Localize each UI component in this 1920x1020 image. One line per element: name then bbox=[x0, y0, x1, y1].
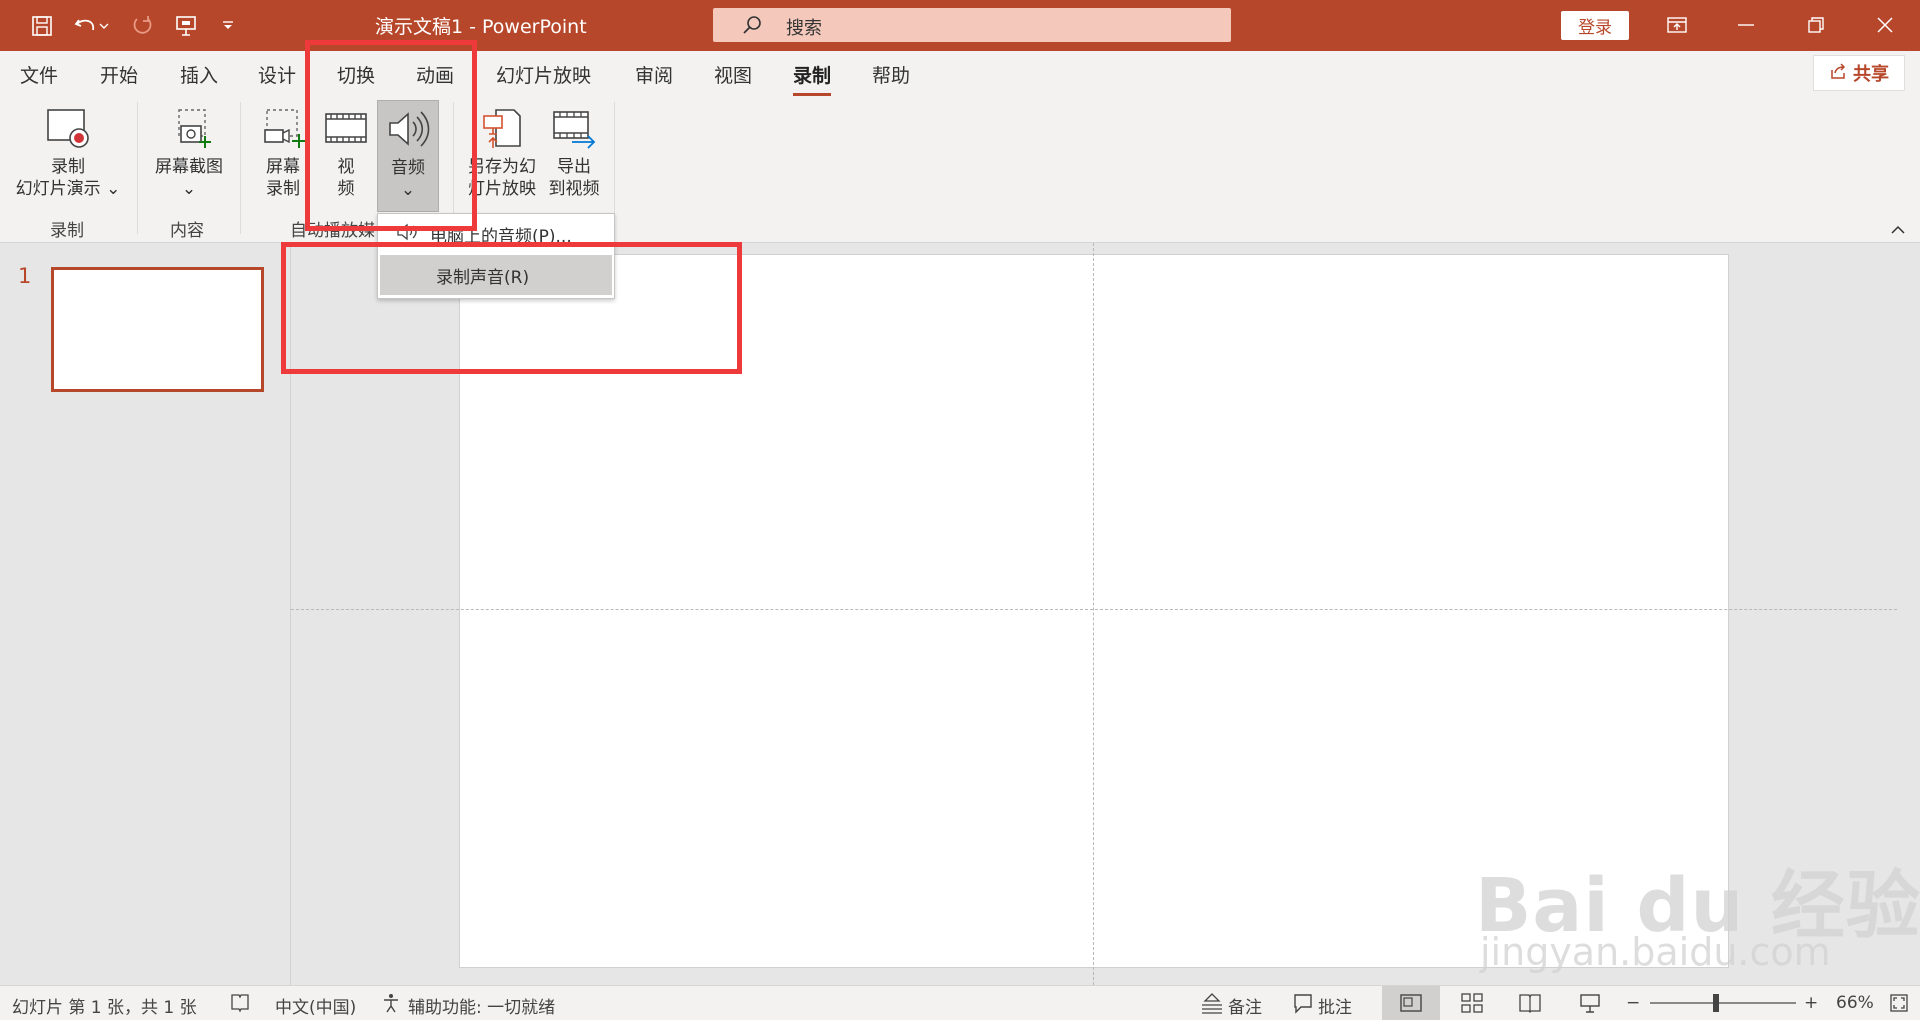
chevron-down-icon: ⌄ bbox=[106, 179, 121, 199]
record-slideshow-label-1: 录制 bbox=[51, 157, 85, 177]
status-bar: 幻灯片 第 1 张，共 1 张 中文(中国) 辅助功能: 一切就绪 备注 批注 … bbox=[0, 985, 1920, 1020]
reading-view-icon[interactable] bbox=[1518, 992, 1542, 1019]
notes-button[interactable]: 备注 bbox=[1228, 993, 1262, 1018]
export-video-icon bbox=[543, 106, 605, 156]
tab-insert[interactable]: 插入 bbox=[180, 61, 218, 88]
vertical-scrollbar[interactable] bbox=[1897, 243, 1920, 985]
spellcheck-icon[interactable] bbox=[229, 992, 251, 1019]
vertical-guide bbox=[1093, 243, 1094, 985]
tab-review[interactable]: 审阅 bbox=[635, 61, 673, 88]
fit-to-window-icon[interactable] bbox=[1888, 992, 1910, 1019]
redo-icon[interactable] bbox=[126, 10, 158, 42]
search-placeholder: 搜索 bbox=[786, 18, 822, 39]
record-slideshow-button[interactable]: 录制 幻灯片演示 ⌄ bbox=[12, 106, 124, 200]
normal-view-icon[interactable] bbox=[1382, 986, 1440, 1020]
share-icon bbox=[1829, 62, 1847, 85]
record-slideshow-label-row: 幻灯片演示 ⌄ bbox=[12, 178, 124, 200]
save-icon[interactable] bbox=[26, 10, 58, 42]
ribbon: 录制 幻灯片演示 ⌄ 录制 屏幕截图 ⌄ 内容 屏幕 录制 视 频 音频 ⌄ 自… bbox=[0, 96, 1920, 243]
language[interactable]: 中文(中国) bbox=[275, 993, 356, 1018]
tab-file[interactable]: 文件 bbox=[20, 61, 58, 88]
zoom-slider-thumb[interactable] bbox=[1712, 994, 1719, 1012]
horizontal-guide bbox=[291, 609, 1897, 610]
restore-icon[interactable] bbox=[1796, 10, 1836, 40]
accessibility-status[interactable]: 辅助功能: 一切就绪 bbox=[408, 993, 555, 1018]
group-separator bbox=[240, 102, 241, 234]
tab-home[interactable]: 开始 bbox=[100, 61, 138, 88]
undo-dropdown-icon[interactable] bbox=[96, 10, 112, 42]
screen-recording-label-1: 屏幕 bbox=[266, 157, 300, 177]
accessibility-icon[interactable] bbox=[380, 992, 402, 1019]
zoom-slider[interactable] bbox=[1650, 994, 1796, 1012]
zoom-in-button[interactable]: + bbox=[1804, 993, 1818, 1013]
minimize-icon[interactable] bbox=[1726, 10, 1766, 40]
presentation-icon[interactable] bbox=[170, 10, 202, 42]
screenshot-label: 屏幕截图 bbox=[155, 157, 223, 177]
zoom-level[interactable]: 66% bbox=[1836, 993, 1874, 1013]
screen-recording-icon bbox=[254, 106, 312, 156]
slide-info: 幻灯片 第 1 张，共 1 张 bbox=[12, 998, 197, 1018]
customize-toolbar-icon[interactable] bbox=[212, 10, 244, 42]
tab-view[interactable]: 视图 bbox=[714, 61, 752, 88]
tab-design[interactable]: 设计 bbox=[258, 61, 296, 88]
screen-recording-button[interactable]: 屏幕 录制 bbox=[254, 106, 312, 200]
screenshot-icon bbox=[148, 106, 230, 156]
slide-sorter-icon[interactable] bbox=[1460, 992, 1484, 1019]
share-button[interactable]: 共享 bbox=[1813, 55, 1905, 91]
notes-icon[interactable] bbox=[1200, 992, 1224, 1019]
comments-icon[interactable] bbox=[1292, 992, 1314, 1019]
screenshot-button[interactable]: 屏幕截图 ⌄ bbox=[148, 106, 230, 200]
slide-thumbnail[interactable] bbox=[51, 267, 264, 392]
export-video-label-1: 导出 bbox=[557, 157, 591, 177]
search-icon bbox=[741, 14, 763, 40]
share-label: 共享 bbox=[1853, 64, 1889, 85]
login-button[interactable]: 登录 bbox=[1561, 11, 1629, 40]
record-slideshow-label-2: 幻灯片演示 bbox=[15, 179, 101, 199]
screen-recording-label-2: 录制 bbox=[266, 179, 300, 199]
ribbon-display-icon[interactable] bbox=[1657, 10, 1697, 40]
group-label-content: 内容 bbox=[170, 221, 204, 241]
tab-recording[interactable]: 录制 bbox=[793, 61, 832, 96]
tab-help[interactable]: 帮助 bbox=[872, 61, 910, 88]
search-input[interactable]: 搜索 bbox=[713, 8, 1231, 42]
title-bar: 演示文稿1 - PowerPoint 搜索 登录 bbox=[0, 0, 1920, 51]
comments-button[interactable]: 批注 bbox=[1318, 993, 1352, 1018]
highlight-box-audio bbox=[305, 40, 477, 231]
collapse-ribbon-icon[interactable] bbox=[1890, 220, 1906, 239]
slide-number: 1 bbox=[18, 264, 32, 288]
highlight-box-record-sound bbox=[281, 242, 742, 374]
close-icon[interactable] bbox=[1865, 10, 1905, 40]
menu-bar: 文件 开始 插入 设计 切换 动画 幻灯片放映 审阅 视图 录制 帮助 bbox=[0, 51, 1920, 96]
chevron-down-icon: ⌄ bbox=[181, 179, 197, 199]
tab-slideshow[interactable]: 幻灯片放映 bbox=[496, 61, 591, 88]
group-label-record: 录制 bbox=[50, 221, 84, 241]
window-title: 演示文稿1 - PowerPoint bbox=[375, 16, 587, 38]
zoom-out-button[interactable]: − bbox=[1626, 993, 1640, 1013]
record-slideshow-icon bbox=[12, 106, 124, 156]
slideshow-view-icon[interactable] bbox=[1578, 992, 1602, 1019]
export-video-button[interactable]: 导出 到视频 bbox=[543, 106, 605, 200]
group-separator bbox=[137, 102, 138, 234]
export-video-label-2: 到视频 bbox=[548, 179, 600, 199]
